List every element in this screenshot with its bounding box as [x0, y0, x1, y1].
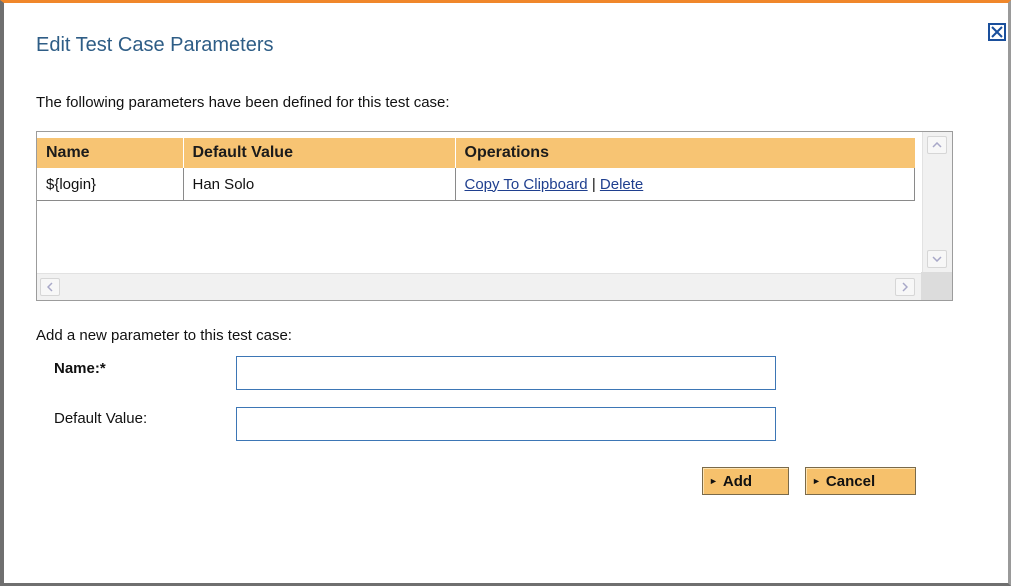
scroll-left-icon[interactable] — [40, 278, 60, 296]
delete-link[interactable]: Delete — [600, 176, 643, 193]
arrow-right-icon: ► — [709, 476, 718, 486]
column-header-default-value: Default Value — [183, 138, 456, 168]
parameter-name-cell: ${login} — [37, 168, 184, 201]
edit-parameters-dialog: Edit Test Case Parameters The following … — [0, 0, 1011, 586]
close-icon[interactable] — [988, 23, 1006, 41]
arrow-right-icon: ► — [812, 476, 821, 486]
parameters-table: Name Default Value Operations ${login} H… — [37, 138, 915, 201]
parameter-operations-cell: Copy To Clipboard | Delete — [455, 168, 915, 201]
name-label: Name:* — [54, 360, 106, 377]
default-value-input[interactable] — [236, 407, 776, 441]
parameters-grid: Name Default Value Operations ${login} H… — [36, 131, 953, 301]
operations-separator: | — [591, 175, 596, 193]
parameter-default-cell: Han Solo — [183, 168, 456, 201]
scroll-up-icon[interactable] — [927, 136, 947, 154]
vertical-scrollbar[interactable] — [922, 132, 952, 273]
column-header-name: Name — [37, 138, 184, 168]
scrollbar-corner — [921, 272, 952, 300]
copy-to-clipboard-link[interactable]: Copy To Clipboard — [465, 176, 588, 193]
table-row: ${login} Han Solo Copy To Clipboard | De… — [37, 168, 915, 201]
column-header-operations: Operations — [455, 138, 915, 168]
add-button[interactable]: ► Add — [702, 467, 789, 495]
dialog-title: Edit Test Case Parameters — [36, 34, 274, 56]
add-parameter-caption: Add a new parameter to this test case: — [36, 327, 292, 344]
table-header-row: Name Default Value Operations — [37, 138, 915, 168]
name-input[interactable] — [236, 356, 776, 390]
scroll-down-icon[interactable] — [927, 250, 947, 268]
horizontal-scrollbar[interactable] — [37, 273, 922, 300]
intro-text: The following parameters have been defin… — [36, 94, 450, 111]
cancel-button-label: Cancel — [825, 472, 876, 490]
scroll-right-icon[interactable] — [895, 278, 915, 296]
add-button-label: Add — [722, 472, 753, 490]
cancel-button[interactable]: ► Cancel — [805, 467, 916, 495]
default-value-label: Default Value: — [54, 410, 148, 427]
